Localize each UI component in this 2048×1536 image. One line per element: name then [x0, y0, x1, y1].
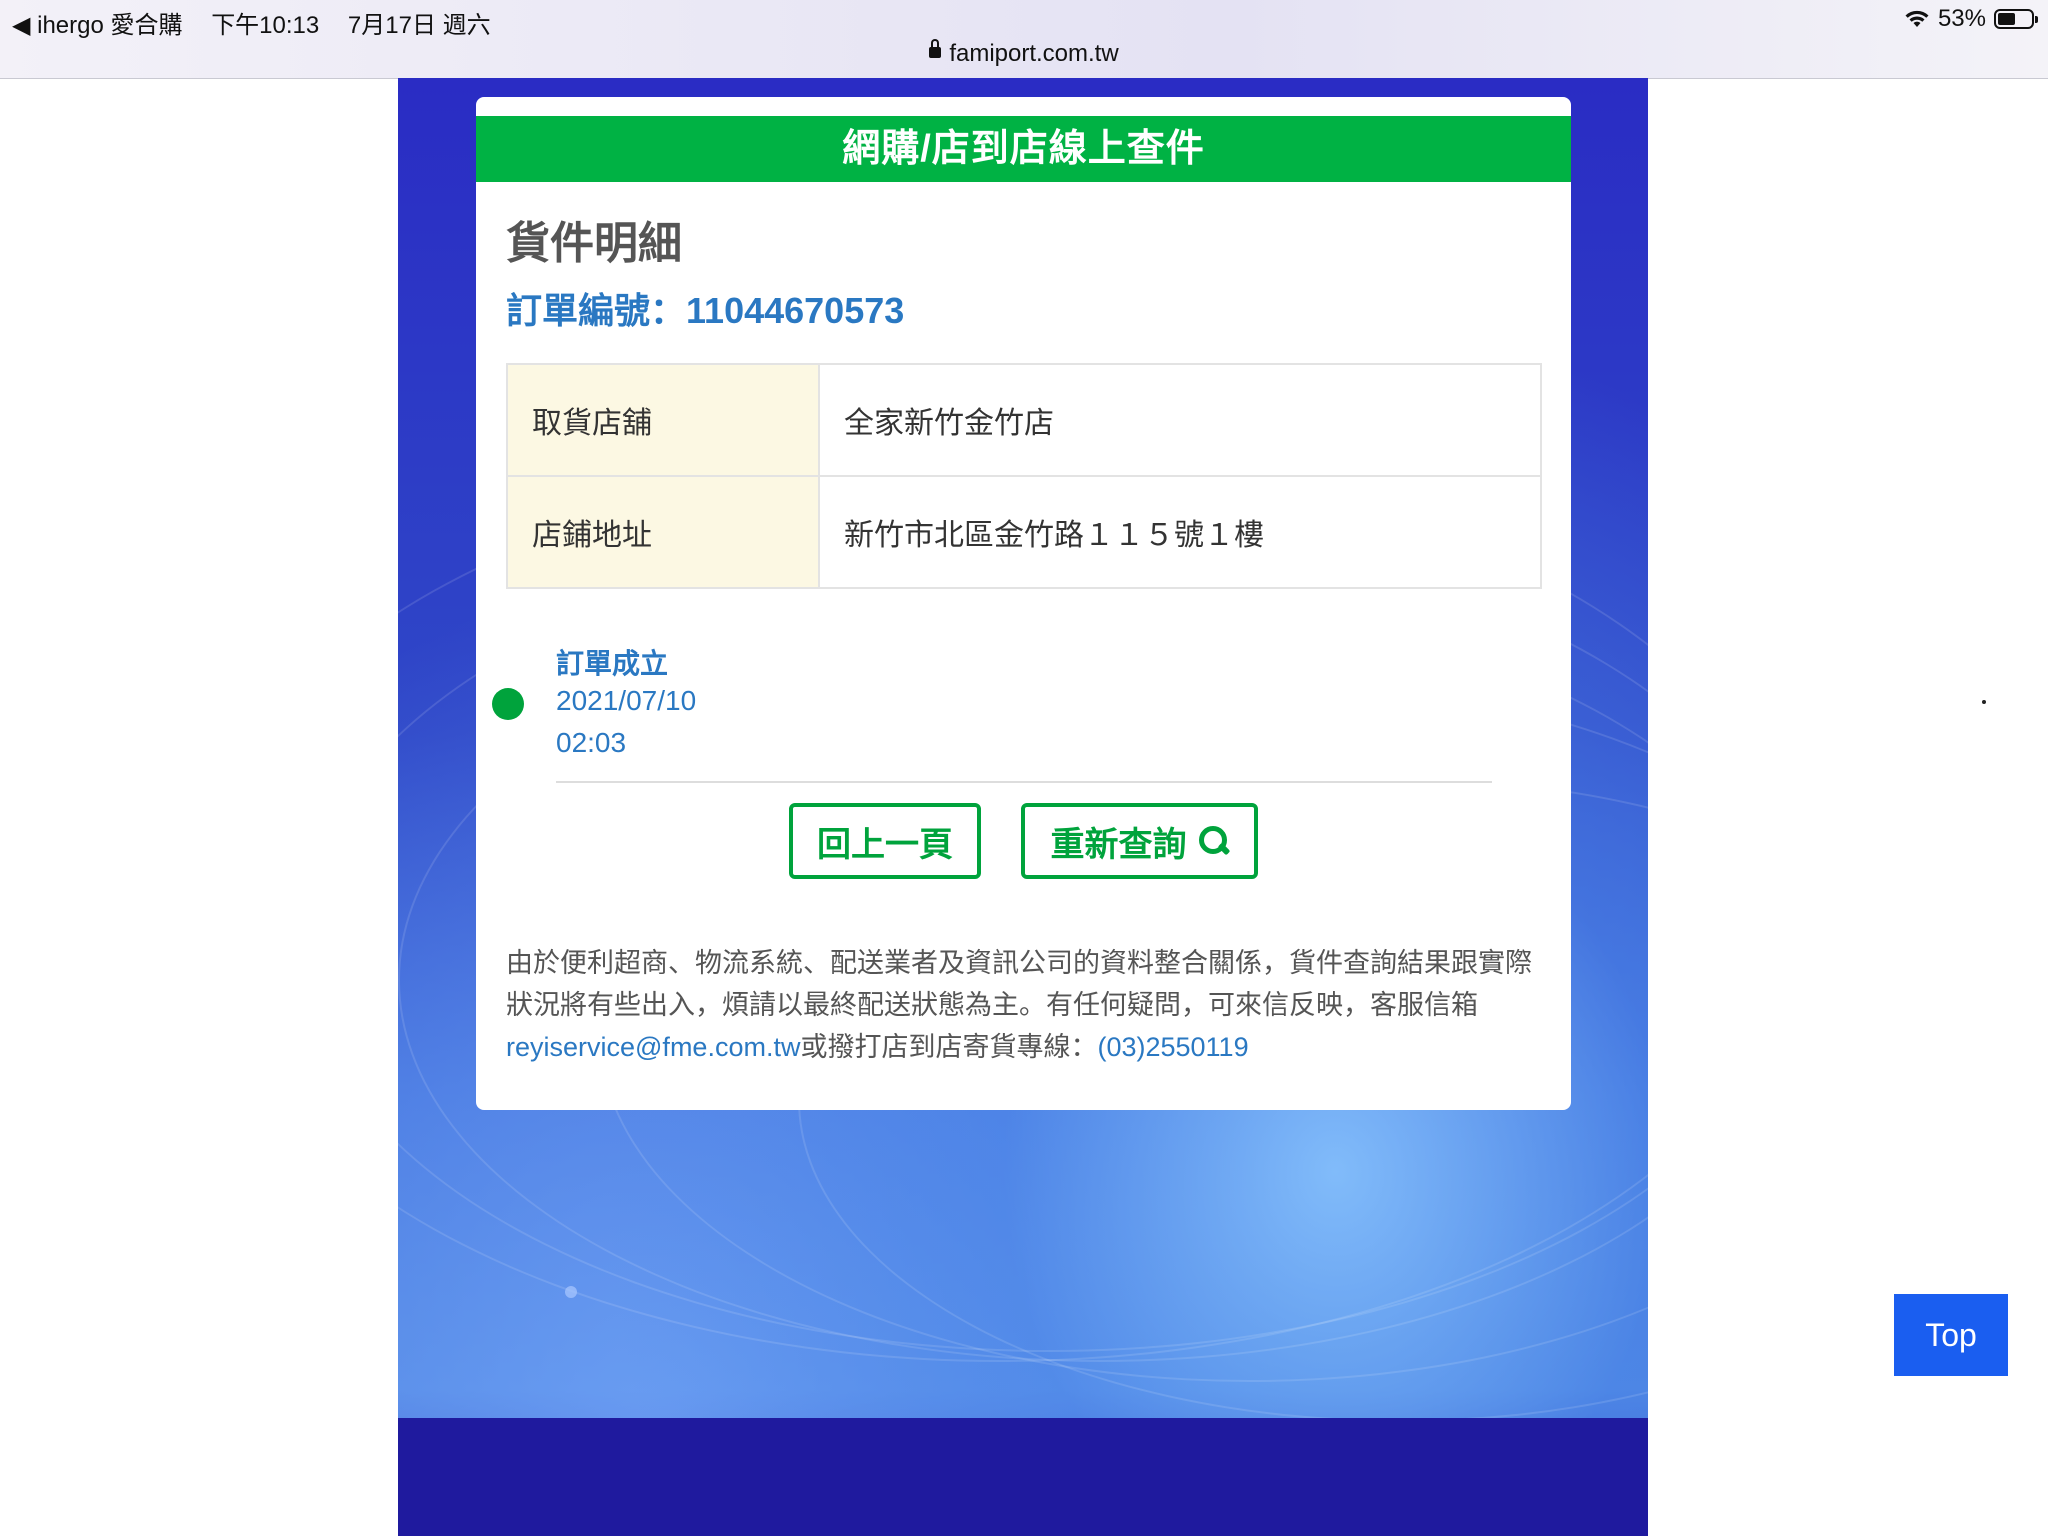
- disclaimer-note: 由於便利超商、物流系統、配送業者及資訊公司的資料整合關係，貨件查詢結果跟實際狀況…: [506, 942, 1546, 1068]
- lock-icon: [929, 39, 942, 59]
- battery-fill: [1998, 13, 2015, 25]
- requery-button-label: 重新查詢: [1050, 825, 1187, 864]
- service-phone-link[interactable]: (03)2550119: [1097, 1032, 1248, 1062]
- back-button[interactable]: 回上一頁: [789, 803, 981, 879]
- status-right: 53%: [1904, 5, 2038, 33]
- table-row: 取貨店舖 全家新竹金竹店: [506, 363, 1542, 477]
- service-email-link[interactable]: reyiservice@fme.com.tw: [506, 1032, 800, 1062]
- timeline-divider: [556, 781, 1492, 783]
- timeline-status-dot: [492, 688, 524, 720]
- timeline-time: 02:03: [556, 727, 627, 758]
- timeline-date: 2021/07/10: [556, 685, 697, 716]
- status-left: ◀ ihergo 愛合購 下午10:13 7月17日 週六: [12, 5, 513, 40]
- back-button-label: 回上一頁: [817, 825, 953, 864]
- search-icon: [1198, 826, 1229, 856]
- back-to-top-button[interactable]: Top: [1894, 1294, 2008, 1376]
- card-header: 網購/店到店線上查件: [476, 116, 1571, 182]
- store-address-key: 店鋪地址: [506, 475, 820, 589]
- stray-dot: [1982, 700, 1986, 704]
- order-number: 11044670573: [686, 290, 905, 331]
- battery-icon: [1994, 9, 2038, 29]
- url-bar[interactable]: famiport.com.tw: [0, 39, 2048, 68]
- battery-percent: 53%: [1937, 5, 1986, 32]
- browser-status-bar: ◀ ihergo 愛合購 下午10:13 7月17日 週六 53% famipo…: [0, 0, 2048, 79]
- order-number-label: 訂單編號：: [506, 290, 687, 331]
- note-text: 由於便利超商、物流系統、配送業者及資訊公司的資料整合關係，貨件查詢結果跟實際狀況…: [506, 948, 1532, 1020]
- wifi-icon: [1905, 10, 1929, 27]
- back-to-app-link[interactable]: ◀ ihergo 愛合購: [12, 12, 183, 39]
- url-text[interactable]: famiport.com.tw: [949, 40, 1118, 67]
- shipment-card: 網購/店到店線上查件 貨件明細 訂單編號：11044670573 取貨店舖 全家…: [476, 97, 1571, 1110]
- detail-title: 貨件明細: [506, 219, 682, 268]
- bg-dot: [565, 1286, 577, 1298]
- pickup-store-value: 全家新竹金竹店: [818, 363, 1542, 477]
- pickup-store-key: 取貨店舖: [506, 363, 820, 477]
- page-footer: [398, 1418, 1648, 1536]
- table-row: 店鋪地址 新竹市北區金竹路１１５號１樓: [506, 475, 1542, 589]
- order-number-line: 訂單編號：11044670573: [506, 282, 904, 334]
- timeline-status: 訂單成立: [556, 648, 669, 679]
- note-mid: 或撥打店到店寄貨專線：: [800, 1032, 1098, 1062]
- status-date: 7月17日 週六: [347, 12, 491, 39]
- store-address-value: 新竹市北區金竹路１１５號１樓: [818, 475, 1542, 589]
- requery-button[interactable]: 重新查詢: [1021, 803, 1258, 879]
- store-info-table: 取貨店舖 全家新竹金竹店 店鋪地址 新竹市北區金竹路１１５號１樓: [506, 363, 1542, 589]
- status-time: 下午10:13: [211, 12, 320, 39]
